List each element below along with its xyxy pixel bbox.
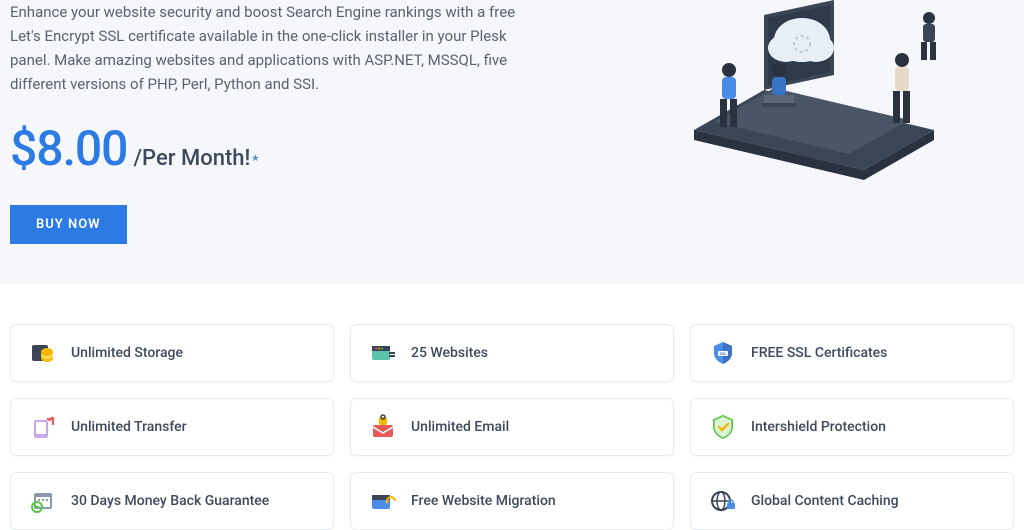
transfer-icon — [29, 413, 57, 441]
feature-card-caching: Global Content Caching — [690, 472, 1014, 530]
feature-label: Free Website Migration — [411, 493, 556, 509]
feature-card-email: Unlimited Email — [350, 398, 674, 456]
feature-label: Unlimited Email — [411, 419, 509, 435]
email-icon — [369, 413, 397, 441]
price-asterisk: * — [252, 153, 258, 169]
price-suffix: /Per Month! — [133, 146, 250, 171]
feature-label: Unlimited Storage — [71, 345, 183, 361]
price-row: $8.00 /Per Month! * — [10, 120, 530, 177]
feature-label: Global Content Caching — [751, 493, 899, 509]
feature-card-transfer: Unlimited Transfer — [10, 398, 334, 456]
guarantee-icon — [29, 487, 57, 515]
feature-card-migration: Free Website Migration — [350, 472, 674, 530]
storage-icon — [29, 339, 57, 367]
hero-left-content: Enhance your website security and boost … — [10, 0, 530, 244]
price-amount: $8.00 — [10, 120, 127, 177]
buy-now-button[interactable]: BUY NOW — [10, 205, 127, 244]
feature-label: Unlimited Transfer — [71, 419, 187, 435]
feature-label: FREE SSL Certificates — [751, 345, 887, 361]
features-grid: Unlimited Storage 25 Websites SSL FREE S… — [10, 324, 1014, 530]
ssl-icon: SSL — [709, 339, 737, 367]
hero-description: Enhance your website security and boost … — [10, 0, 530, 96]
feature-card-guarantee: 30 Days Money Back Guarantee — [10, 472, 334, 530]
feature-label: Intershield Protection — [751, 419, 886, 435]
feature-card-shield: Intershield Protection — [690, 398, 1014, 456]
migration-icon — [369, 487, 397, 515]
hero-illustration-wrapper — [634, 0, 1014, 190]
laptop-cloud-illustration — [654, 0, 974, 190]
websites-icon — [369, 339, 397, 367]
feature-card-storage: Unlimited Storage — [10, 324, 334, 382]
features-section: Unlimited Storage 25 Websites SSL FREE S… — [0, 284, 1024, 530]
shield-icon — [709, 413, 737, 441]
hero-section: Enhance your website security and boost … — [0, 0, 1024, 284]
caching-icon — [709, 487, 737, 515]
feature-label: 25 Websites — [411, 345, 488, 361]
feature-card-websites: 25 Websites — [350, 324, 674, 382]
svg-text:SSL: SSL — [719, 351, 727, 356]
feature-card-ssl: SSL FREE SSL Certificates — [690, 324, 1014, 382]
feature-label: 30 Days Money Back Guarantee — [71, 493, 269, 509]
